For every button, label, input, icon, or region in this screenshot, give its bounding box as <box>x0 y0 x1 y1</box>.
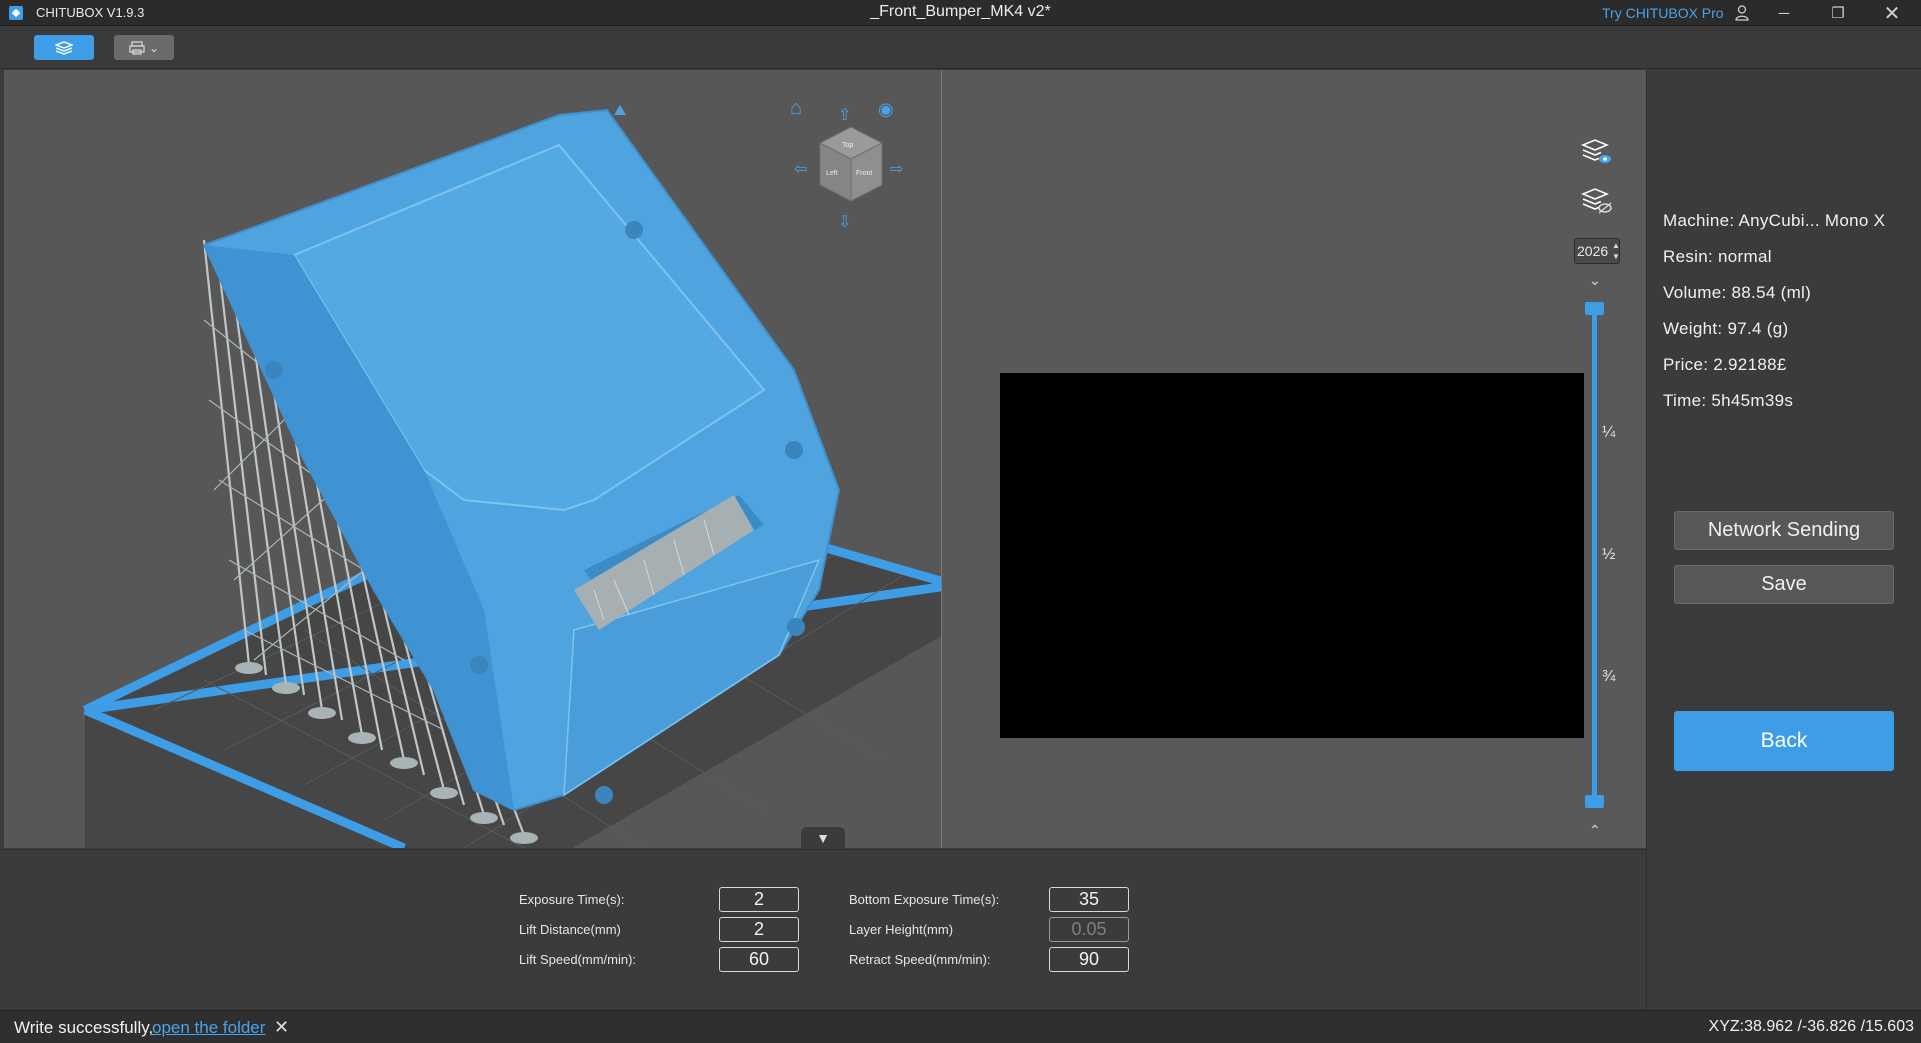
layer-slider-bottom-handle[interactable] <box>1585 795 1604 808</box>
cube-face-top: Top <box>842 142 853 149</box>
slider-tick-quarter: ¼ <box>1602 424 1616 441</box>
collapse-settings-button[interactable]: ▼ <box>801 827 845 849</box>
status-message: Write successfully, <box>14 1018 154 1037</box>
view-left-arrow-icon[interactable]: ⇦ <box>794 159 807 179</box>
restore-button[interactable]: ❐ <box>1818 0 1858 26</box>
machine-info: Machine: AnyCubi... Mono X <box>1663 211 1886 230</box>
lift-distance-label: Lift Distance(mm) <box>519 922 621 937</box>
printer-icon <box>129 40 145 55</box>
network-sending-button[interactable]: Network Sending <box>1674 511 1894 550</box>
close-window-button[interactable]: ✕ <box>1872 0 1912 26</box>
retract-speed-input[interactable]: 90 <box>1049 947 1129 972</box>
weight-info: Weight: 97.4 (g) <box>1663 319 1789 338</box>
resin-info: Resin: normal <box>1663 247 1772 266</box>
retract-speed-label: Retract Speed(mm/min): <box>849 952 991 967</box>
open-folder-link[interactable]: open the folder <box>152 1018 265 1038</box>
print-settings-panel <box>0 849 1646 1010</box>
3d-viewport[interactable]: ⌂ ⇧ ◉ ⇦ ⇨ ⇩ Top Left Front <box>4 70 941 848</box>
slice-mode-button[interactable] <box>34 35 94 60</box>
try-pro-link[interactable]: Try CHITUBOX Pro <box>1602 5 1724 21</box>
slider-tick-three-quarter: ¾ <box>1602 668 1616 685</box>
spin-glyphs[interactable]: ▲▼ <box>1612 240 1620 262</box>
app-title: CHITUBOX V1.9.3 <box>36 5 145 20</box>
layer-slider-top-handle[interactable] <box>1585 302 1604 315</box>
price-info: Price: 2.92188£ <box>1663 355 1787 374</box>
layer-height-label: Layer Height(mm) <box>849 922 954 937</box>
title-bar: CHITUBOX V1.9.3 _Front_Bumper_MK4 v2* Tr… <box>0 0 1921 26</box>
slider-tick-half: ½ <box>1602 546 1616 563</box>
layer-spin-arrows[interactable]: ▲▼ <box>1612 240 1620 262</box>
eye-view-icon[interactable]: ◉ <box>878 99 894 120</box>
xyz-coordinates: XYZ:38.962 /-36.826 /15.603 <box>1708 1018 1914 1035</box>
cube-face-left: Left <box>826 170 838 177</box>
show-layers-icon[interactable] <box>1580 137 1612 169</box>
lift-speed-label: Lift Speed(mm/min): <box>519 952 637 967</box>
exposure-time-input[interactable]: 2 <box>719 887 799 912</box>
user-icon[interactable] <box>1722 0 1762 26</box>
close-icon[interactable]: ✕ <box>274 1017 289 1038</box>
volume-info: Volume: 88.54 (ml) <box>1663 283 1812 302</box>
chevron-down-icon: ⌄ <box>148 40 160 55</box>
time-info: Time: 5h45m39s <box>1663 391 1794 410</box>
orientation-cube[interactable]: Top Left Front <box>818 125 884 205</box>
toolbar: ⌄ <box>0 27 1921 69</box>
hide-layers-icon[interactable] <box>1580 186 1612 218</box>
exposure-time-label: Exposure Time(s): <box>519 892 625 907</box>
status-bar: Write successfully, open the folder ✕ XY… <box>0 1010 1921 1043</box>
view-down-arrow-icon[interactable]: ⇩ <box>838 212 851 232</box>
lift-speed-input[interactable]: 60 <box>719 947 799 972</box>
layer-preview-image <box>1000 373 1584 738</box>
layer-step-up-icon[interactable]: ⌃ <box>1589 822 1601 839</box>
lift-distance-input[interactable]: 2 <box>719 917 799 942</box>
layers-icon <box>55 40 73 55</box>
back-button[interactable]: Back <box>1674 711 1894 771</box>
bottom-exposure-label: Bottom Exposure Time(s): <box>849 892 1000 907</box>
home-view-icon[interactable]: ⌂ <box>790 97 802 120</box>
bottom-exposure-input[interactable]: 35 <box>1049 887 1129 912</box>
app-logo-icon <box>9 6 23 20</box>
print-mode-button[interactable]: ⌄ <box>114 35 174 60</box>
minimize-button[interactable]: ─ <box>1764 0 1804 26</box>
view-right-arrow-icon[interactable]: ⇨ <box>890 159 903 179</box>
save-button[interactable]: Save <box>1674 565 1894 604</box>
layer-slider-track[interactable] <box>1592 307 1597 805</box>
layer-height-input: 0.05 <box>1049 917 1129 942</box>
view-navigator: ⌂ ⇧ ◉ ⇦ ⇨ ⇩ Top Left Front <box>790 97 920 247</box>
layer-step-down-icon[interactable]: ⌄ <box>1589 272 1601 289</box>
cube-face-front: Front <box>856 170 872 177</box>
view-up-arrow-icon[interactable]: ⇧ <box>838 105 851 125</box>
